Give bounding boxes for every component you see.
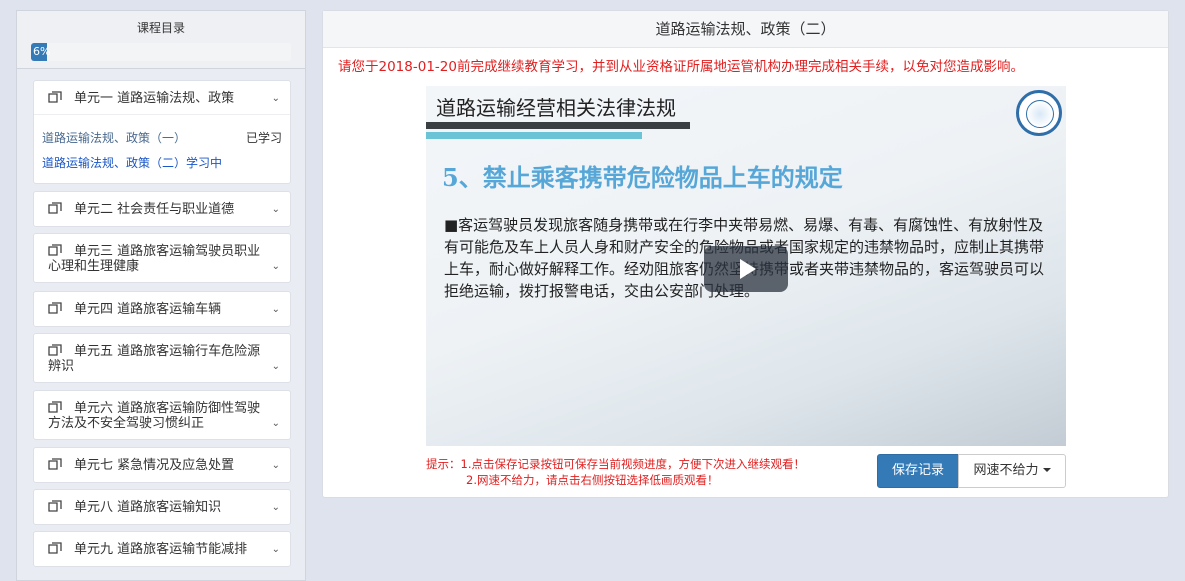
unit-9[interactable]: 单元九 道路旅客运输节能减排 ⌄ <box>33 531 291 567</box>
lesson-1-2[interactable]: 道路运输法规、政策（二）学习中 <box>42 154 222 171</box>
unit-5[interactable]: 单元五 道路旅客运输行车危险源辨识 ⌄ <box>33 333 291 383</box>
unit-2-header[interactable]: 单元二 社会责任与职业道德 ⌄ <box>34 192 290 217</box>
unit-8-title: 单元八 道路旅客运输知识 <box>74 500 222 515</box>
unit-5-title: 单元五 道路旅客运输行车危险源辨识 <box>48 344 261 374</box>
course-sidebar: 课程目录 6% 单元一 道路运输法规、政策 ⌄ 道路运输法规、政策（一） 已学习… <box>16 10 306 581</box>
deadline-notice: 请您于2018-01-20前完成继续教育学习，并到从业资格证所属地运管机构办理完… <box>338 59 1024 75</box>
video-player[interactable]: 道路运输经营相关法律法规 5、禁止乘客携带危险物品上车的规定 ■客运驾驶员发现旅… <box>426 86 1066 446</box>
unit-2-title: 单元二 社会责任与职业道德 <box>74 202 235 217</box>
unit-7-title: 单元七 紧急情况及应急处置 <box>74 458 235 473</box>
book-icon <box>48 500 62 512</box>
course-progress-fill: 6% <box>31 43 50 61</box>
unit-9-header[interactable]: 单元九 道路旅客运输节能减排 ⌄ <box>34 532 290 557</box>
chevron-down-icon: ⌄ <box>271 261 280 272</box>
chevron-down-icon: ⌄ <box>271 304 280 315</box>
lesson-status-learning: 学习中 <box>186 156 223 170</box>
unit-4[interactable]: 单元四 道路旅客运输车辆 ⌄ <box>33 291 291 327</box>
slide-decor-bar <box>426 122 690 129</box>
tips-text: 提示：1.点击保存记录按钮可保存当前视频进度，方便下次进入继续观看！ 2.网速不… <box>426 456 805 488</box>
slide-heading: 道路运输经营相关法律法规 <box>436 96 676 120</box>
unit-1-title: 单元一 道路运输法规、政策 <box>74 91 235 106</box>
chevron-down-icon: ⌄ <box>271 361 280 372</box>
book-icon <box>48 542 62 554</box>
chevron-down-icon: ⌄ <box>271 418 280 429</box>
book-icon <box>48 401 62 413</box>
lesson-1-1[interactable]: 道路运输法规、政策（一） <box>42 129 186 146</box>
unit-6-header[interactable]: 单元六 道路旅客运输防御性驾驶方法及不安全驾驶习惯纠正 ⌄ <box>34 391 290 431</box>
lesson-panel: 道路运输法规、政策（二） 请您于2018-01-20前完成继续教育学习，并到从业… <box>322 10 1169 498</box>
slide-decor-bar-light <box>426 132 642 139</box>
book-icon <box>48 202 62 214</box>
unit-6[interactable]: 单元六 道路旅客运输防御性驾驶方法及不安全驾驶习惯纠正 ⌄ <box>33 390 291 440</box>
lesson-title: 道路运输法规、政策（二） <box>323 11 1168 48</box>
chevron-down-icon: ⌄ <box>271 544 280 555</box>
book-icon <box>48 458 62 470</box>
caret-down-icon <box>1042 468 1051 472</box>
unit-9-title: 单元九 道路旅客运输节能减排 <box>74 542 248 557</box>
play-button[interactable] <box>704 246 788 292</box>
chevron-down-icon: ⌄ <box>271 502 280 513</box>
unit-7[interactable]: 单元七 紧急情况及应急处置 ⌄ <box>33 447 291 483</box>
book-icon <box>48 91 62 103</box>
chevron-down-icon: ⌄ <box>271 204 280 215</box>
chevron-down-icon: ⌄ <box>271 460 280 471</box>
unit-8[interactable]: 单元八 道路旅客运输知识 ⌄ <box>33 489 291 525</box>
slide-subtitle: 5、禁止乘客携带危险物品上车的规定 <box>442 163 843 192</box>
unit-2[interactable]: 单元二 社会责任与职业道德 ⌄ <box>33 191 291 227</box>
unit-1: 单元一 道路运输法规、政策 ⌄ 道路运输法规、政策（一） 已学习 道路运输法规、… <box>33 80 291 184</box>
book-icon <box>48 302 62 314</box>
book-icon <box>48 344 62 356</box>
tip-line-1: 提示：1.点击保存记录按钮可保存当前视频进度，方便下次进入继续观看！ <box>426 457 805 471</box>
unit-5-header[interactable]: 单元五 道路旅客运输行车危险源辨识 ⌄ <box>34 334 290 374</box>
lesson-1-2-title: 道路运输法规、政策（二） <box>42 156 187 170</box>
organization-logo-icon <box>1016 90 1062 136</box>
unit-6-title: 单元六 道路旅客运输防御性驾驶方法及不安全驾驶习惯纠正 <box>48 401 261 431</box>
course-progress-bar: 6% <box>31 43 291 61</box>
low-quality-dropdown-button[interactable]: 网速不给力 <box>958 454 1066 488</box>
save-record-button[interactable]: 保存记录 <box>877 454 959 488</box>
unit-1-header[interactable]: 单元一 道路运输法规、政策 ⌄ <box>34 81 290 115</box>
unit-3[interactable]: 单元三 道路旅客运输驾驶员职业心理和生理健康 ⌄ <box>33 233 291 283</box>
unit-3-header[interactable]: 单元三 道路旅客运输驾驶员职业心理和生理健康 ⌄ <box>34 234 290 274</box>
speed-label: 网速不给力 <box>973 463 1039 478</box>
unit-4-title: 单元四 道路旅客运输车辆 <box>74 302 222 317</box>
lesson-status-learned: 已学习 <box>245 131 282 145</box>
sidebar-header: 课程目录 6% <box>17 11 305 69</box>
chevron-down-icon: ⌄ <box>271 93 280 104</box>
unit-8-header[interactable]: 单元八 道路旅客运输知识 ⌄ <box>34 490 290 515</box>
tip-line-2: 2.网速不给力，请点击右侧按钮选择低画质观看！ <box>466 473 719 487</box>
sidebar-title: 课程目录 <box>136 21 185 35</box>
book-icon <box>48 244 62 256</box>
unit-7-header[interactable]: 单元七 紧急情况及应急处置 ⌄ <box>34 448 290 473</box>
unit-4-header[interactable]: 单元四 道路旅客运输车辆 ⌄ <box>34 292 290 317</box>
unit-3-title: 单元三 道路旅客运输驾驶员职业心理和生理健康 <box>48 244 261 274</box>
